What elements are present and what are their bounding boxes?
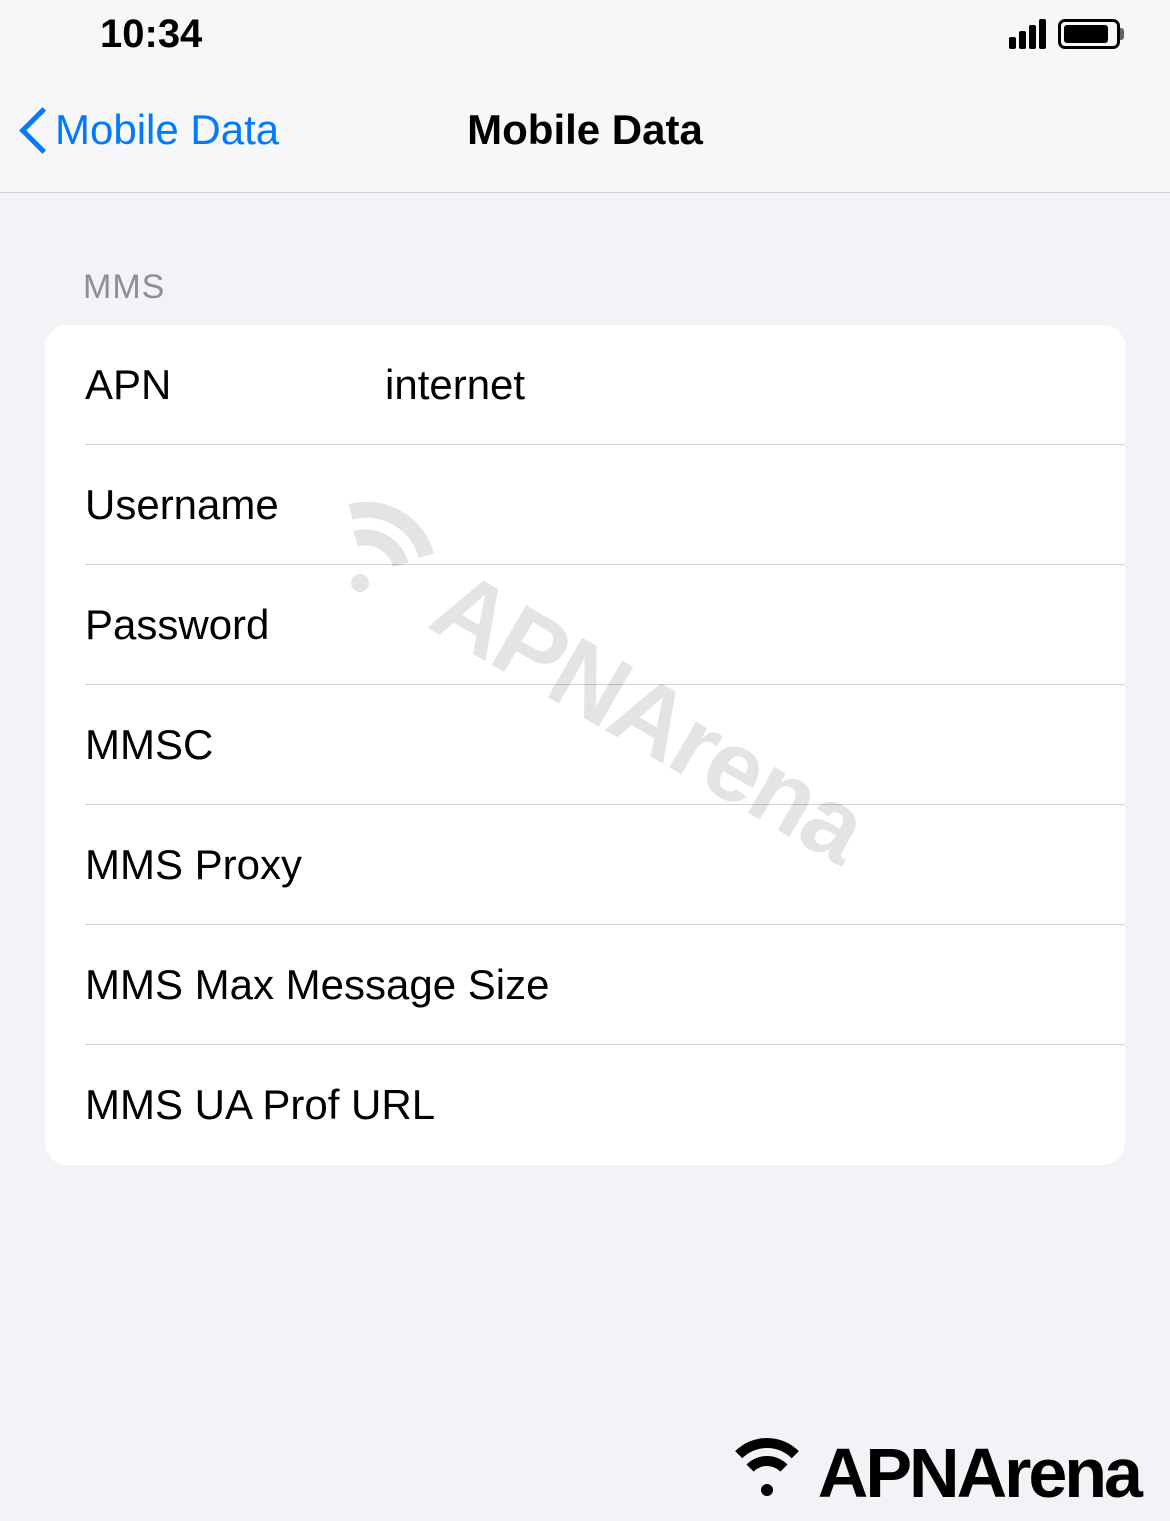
mms-max-size-label: MMS Max Message Size bbox=[85, 961, 549, 1009]
mms-ua-prof-row[interactable]: MMS UA Prof URL bbox=[45, 1045, 1125, 1165]
apn-label: APN bbox=[85, 361, 385, 409]
mms-ua-prof-input[interactable] bbox=[435, 1081, 1085, 1129]
password-row[interactable]: Password bbox=[45, 565, 1125, 685]
chevron-left-icon bbox=[20, 109, 45, 151]
password-input[interactable] bbox=[385, 601, 1085, 649]
mms-proxy-label: MMS Proxy bbox=[85, 841, 385, 889]
status-bar: 10:34 bbox=[0, 0, 1170, 68]
mms-max-size-row[interactable]: MMS Max Message Size bbox=[45, 925, 1125, 1045]
username-label: Username bbox=[85, 481, 385, 529]
page-title: Mobile Data bbox=[467, 106, 703, 154]
mms-settings-group: APN Username Password MMSC MMS Proxy MMS… bbox=[45, 325, 1125, 1165]
back-label: Mobile Data bbox=[55, 106, 279, 154]
content-area: MMS APN Username Password MMSC MMS Proxy… bbox=[0, 193, 1170, 1165]
back-button[interactable]: Mobile Data bbox=[20, 106, 279, 154]
mmsc-label: MMSC bbox=[85, 721, 385, 769]
navigation-bar: Mobile Data Mobile Data bbox=[0, 68, 1170, 193]
apn-input[interactable] bbox=[385, 361, 1085, 409]
mms-max-size-input[interactable] bbox=[549, 961, 1090, 1009]
footer-logo-text: APNArena bbox=[818, 1433, 1140, 1513]
section-header-mms: MMS bbox=[83, 268, 1125, 307]
username-row[interactable]: Username bbox=[45, 445, 1125, 565]
cellular-signal-icon bbox=[1009, 19, 1046, 49]
status-time: 10:34 bbox=[100, 12, 202, 57]
mmsc-input[interactable] bbox=[385, 721, 1085, 769]
mmsc-row[interactable]: MMSC bbox=[45, 685, 1125, 805]
mms-proxy-row[interactable]: MMS Proxy bbox=[45, 805, 1125, 925]
footer-logo: APNArena bbox=[722, 1433, 1140, 1513]
mms-proxy-input[interactable] bbox=[385, 841, 1085, 889]
status-indicators bbox=[1009, 19, 1120, 49]
username-input[interactable] bbox=[385, 481, 1085, 529]
password-label: Password bbox=[85, 601, 385, 649]
mms-ua-prof-label: MMS UA Prof URL bbox=[85, 1081, 435, 1129]
battery-icon bbox=[1058, 19, 1120, 49]
wifi-icon bbox=[722, 1438, 812, 1508]
apn-row[interactable]: APN bbox=[45, 325, 1125, 445]
